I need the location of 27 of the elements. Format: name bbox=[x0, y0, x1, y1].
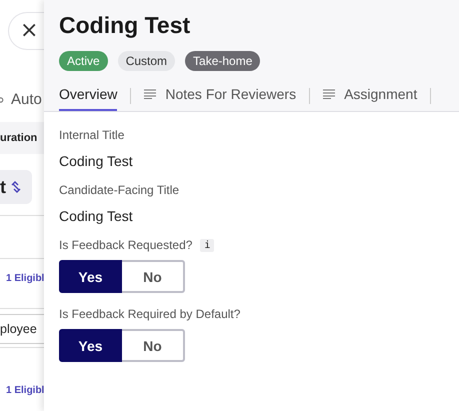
tab[interactable]: Overview bbox=[59, 80, 118, 111]
field-label: Internal Title bbox=[59, 128, 124, 142]
list-icon bbox=[144, 89, 156, 99]
input-field[interactable]: ployee bbox=[0, 314, 44, 344]
tag: Take-home bbox=[185, 51, 260, 71]
panel-title: Coding Test bbox=[59, 11, 192, 40]
field-label: Candidate-Facing Title bbox=[59, 183, 180, 197]
tab[interactable]: Notes For Reviewers bbox=[144, 80, 296, 111]
eligible-link[interactable]: 1 Eligibl bbox=[6, 273, 44, 284]
tab[interactable]: Assignment bbox=[323, 80, 418, 111]
column-header: uration bbox=[0, 122, 44, 154]
eligible-link[interactable]: 1 Eligibl bbox=[6, 385, 44, 396]
close-button[interactable]: × bbox=[8, 12, 44, 50]
field-value: Coding Test bbox=[59, 153, 134, 169]
chip-text: t bbox=[0, 176, 6, 198]
toggle-option[interactable]: No bbox=[122, 329, 185, 362]
field-label: Is Feedback Required by Default? bbox=[59, 307, 240, 321]
info-icon[interactable]: i bbox=[200, 238, 214, 252]
tag: Custom bbox=[118, 51, 176, 71]
field-label: Is Feedback Requested? bbox=[59, 238, 192, 252]
field-value: Coding Test bbox=[59, 208, 134, 224]
tag: Active bbox=[59, 51, 108, 71]
toggle-option[interactable]: Yes bbox=[59, 260, 122, 293]
list-icon bbox=[323, 89, 336, 99]
tab-label[interactable]: Auto bbox=[11, 91, 42, 108]
toggle-option[interactable]: Yes bbox=[59, 329, 122, 362]
toggle-option[interactable]: No bbox=[122, 260, 185, 293]
